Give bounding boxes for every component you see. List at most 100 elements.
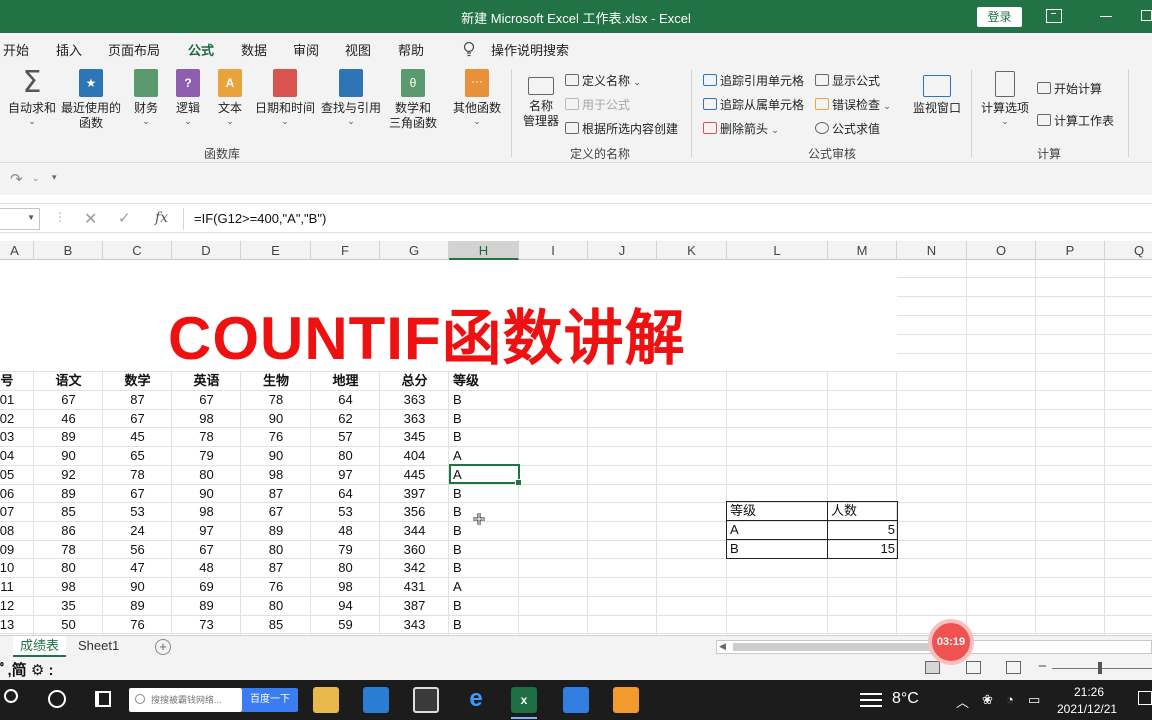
cancel-icon[interactable]: ✕	[84, 209, 97, 229]
autosum-button[interactable]: Σ 自动求和 ⌄	[6, 68, 58, 127]
tab-formulas[interactable]: 公式	[185, 40, 217, 66]
header-cell[interactable]: 生物	[241, 372, 311, 390]
tab-data[interactable]: 数据	[241, 40, 267, 59]
data-cell[interactable]: 87	[241, 485, 311, 503]
data-cell[interactable]: 90	[34, 447, 103, 465]
data-cell[interactable]: 387	[380, 597, 449, 615]
data-cell[interactable]: 76	[103, 616, 172, 634]
grade-cell[interactable]: B	[450, 410, 486, 428]
task-view-icon[interactable]	[95, 691, 111, 707]
data-cell[interactable]: 343	[380, 616, 449, 634]
data-cell[interactable]: 64	[311, 485, 380, 503]
data-cell[interactable]: 46	[34, 410, 103, 428]
zoom-slider[interactable]	[1052, 668, 1152, 669]
active-cell-selection[interactable]	[449, 464, 522, 486]
data-cell[interactable]: 24	[103, 522, 172, 540]
data-cell[interactable]: 67	[172, 541, 241, 559]
formula-input[interactable]: =IF(G12>=400,"A","B")	[194, 211, 326, 226]
data-cell[interactable]: 02	[0, 410, 20, 428]
data-cell[interactable]: 76	[241, 428, 311, 446]
name-box[interactable]: ▼	[0, 208, 40, 230]
trace-precedents-button[interactable]: 追踪引用单元格	[703, 72, 804, 89]
header-cell[interactable]: 语文	[34, 372, 103, 390]
data-cell[interactable]: 69	[172, 578, 241, 596]
grade-cell[interactable]: A	[450, 578, 486, 596]
data-cell[interactable]: 79	[172, 447, 241, 465]
data-cell[interactable]: 87	[241, 559, 311, 577]
data-cell[interactable]: 57	[311, 428, 380, 446]
data-cell[interactable]: 87	[103, 391, 172, 409]
summary-count-a[interactable]: 5	[831, 521, 895, 539]
grade-cell[interactable]: B	[450, 541, 486, 559]
data-cell[interactable]: 73	[172, 616, 241, 634]
data-cell[interactable]: 98	[172, 410, 241, 428]
tab-help[interactable]: 帮助	[398, 40, 424, 59]
header-cell[interactable]: 英语	[172, 372, 241, 390]
data-cell[interactable]: 89	[34, 485, 103, 503]
data-cell[interactable]: 97	[172, 522, 241, 540]
text-button[interactable]: A 文本 ⌄	[214, 69, 246, 126]
data-cell[interactable]: 67	[241, 503, 311, 521]
logical-button[interactable]: ? 逻辑 ⌄	[172, 69, 204, 126]
data-cell[interactable]: 47	[103, 559, 172, 577]
data-cell[interactable]: 98	[311, 578, 380, 596]
data-cell[interactable]: 67	[172, 391, 241, 409]
data-cell[interactable]: 53	[311, 503, 380, 521]
store-icon[interactable]	[413, 687, 439, 713]
cortana-icon[interactable]	[48, 690, 66, 708]
insert-function-icon[interactable]: fx	[155, 210, 168, 226]
data-cell[interactable]: 48	[311, 522, 380, 540]
date-time-button[interactable]: 日期和时间 ⌄	[254, 69, 316, 126]
data-cell[interactable]: 90	[241, 410, 311, 428]
data-cell[interactable]: 09	[0, 541, 20, 559]
data-cell[interactable]: 01	[0, 391, 20, 409]
column-header[interactable]: E	[241, 241, 311, 260]
show-formulas-button[interactable]: 显示公式	[815, 72, 880, 89]
column-header[interactable]: B	[34, 241, 103, 260]
data-cell[interactable]: 98	[34, 578, 103, 596]
data-cell[interactable]: 90	[172, 485, 241, 503]
notification-icon[interactable]	[1138, 691, 1152, 705]
clock-date[interactable]: 2021/12/21	[1057, 702, 1117, 716]
financial-button[interactable]: 财务 ⌄	[130, 69, 162, 126]
temperature[interactable]: 8°C	[892, 690, 919, 708]
column-header[interactable]: A	[0, 241, 34, 260]
summary-grade-a[interactable]: A	[730, 521, 820, 539]
zoom-slider-thumb[interactable]	[1098, 662, 1102, 674]
recently-used-button[interactable]: ★ 最近使用的 函数	[60, 69, 122, 131]
summary-header-grade[interactable]: 等级	[730, 502, 820, 520]
header-cell[interactable]: 等级	[450, 372, 486, 390]
tab-insert[interactable]: 插入	[56, 40, 82, 59]
tab-view[interactable]: 视图	[345, 40, 371, 59]
column-header[interactable]: Q	[1105, 241, 1152, 260]
data-cell[interactable]: 67	[103, 410, 172, 428]
data-cell[interactable]: 48	[172, 559, 241, 577]
data-cell[interactable]: 78	[241, 391, 311, 409]
summary-grade-b[interactable]: B	[730, 540, 820, 558]
wps-icon[interactable]	[613, 687, 639, 713]
normal-view-icon[interactable]	[925, 661, 940, 674]
grade-cell[interactable]: B	[450, 597, 486, 615]
sheet-tab-sheet1[interactable]: Sheet1	[71, 636, 126, 657]
data-cell[interactable]: 431	[380, 578, 449, 596]
column-header[interactable]: M	[828, 241, 897, 260]
minimize-icon[interactable]	[1100, 16, 1112, 17]
data-cell[interactable]: 78	[103, 466, 172, 484]
zoom-out-icon[interactable]: −	[1038, 658, 1047, 675]
customize-toolbar-icon[interactable]: ▾	[52, 172, 57, 183]
data-cell[interactable]: 13	[0, 616, 20, 634]
data-cell[interactable]: 80	[241, 597, 311, 615]
edge-icon[interactable]: e	[463, 687, 489, 713]
data-cell[interactable]: 90	[241, 447, 311, 465]
data-cell[interactable]: 78	[172, 428, 241, 446]
summary-count-b[interactable]: 15	[831, 540, 895, 558]
column-header[interactable]: J	[588, 241, 657, 260]
grade-cell[interactable]: B	[450, 391, 486, 409]
add-sheet-icon[interactable]: +	[155, 639, 171, 655]
column-header[interactable]: K	[657, 241, 727, 260]
data-cell[interactable]: 76	[241, 578, 311, 596]
grade-cell[interactable]: B	[450, 428, 486, 446]
data-cell[interactable]: 62	[311, 410, 380, 428]
data-cell[interactable]: 06	[0, 485, 20, 503]
tab-home[interactable]: 开始	[3, 40, 29, 59]
